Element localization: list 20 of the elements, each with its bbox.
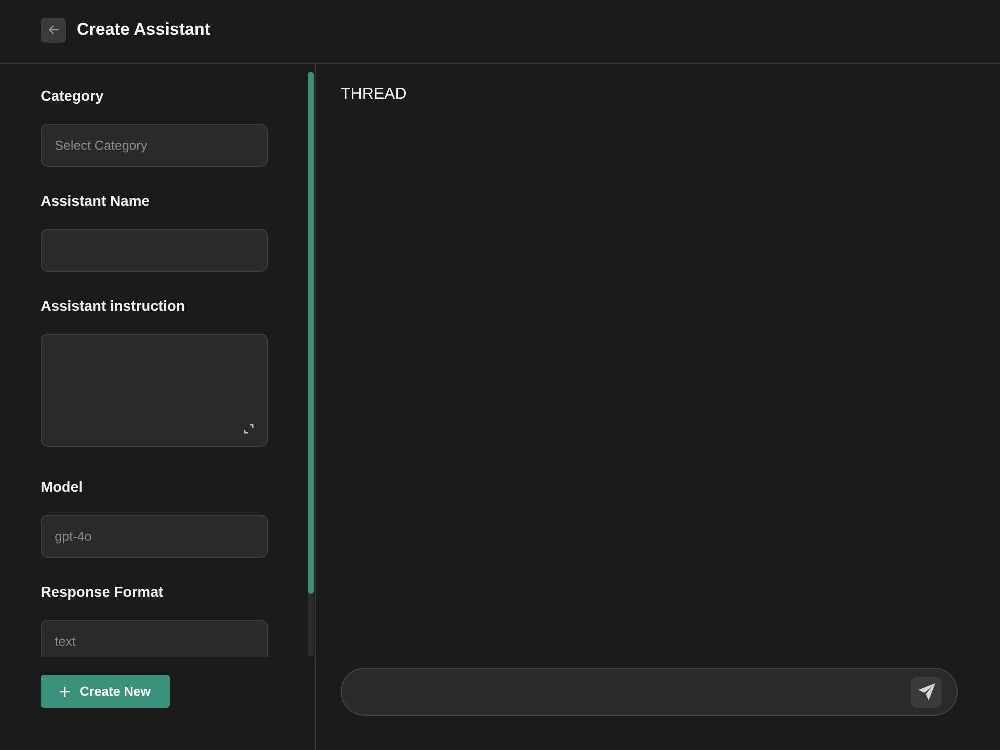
page-title: Create Assistant bbox=[77, 20, 211, 40]
field-label: Model bbox=[41, 479, 83, 498]
message-input-field[interactable] bbox=[341, 668, 958, 716]
back-button[interactable] bbox=[41, 18, 66, 42]
thread-heading: THREAD bbox=[341, 85, 407, 105]
expand-icon[interactable] bbox=[244, 424, 254, 434]
field-label: Assistant instruction bbox=[41, 298, 186, 317]
field-label: Response Format bbox=[41, 584, 164, 603]
input-field[interactable]: text bbox=[41, 620, 268, 657]
plus-icon bbox=[60, 686, 70, 696]
field-label: Category bbox=[41, 88, 104, 107]
textarea-field[interactable] bbox=[41, 334, 268, 447]
paper-plane-icon bbox=[918, 683, 936, 701]
back-arrow-icon bbox=[48, 24, 60, 36]
input-field[interactable]: gpt-4o bbox=[41, 515, 268, 558]
input-field[interactable] bbox=[41, 229, 268, 272]
send-button[interactable] bbox=[911, 676, 942, 708]
create-new-button[interactable]: Create New bbox=[41, 675, 170, 708]
select-field[interactable]: Select Category bbox=[41, 124, 268, 167]
field-label: Assistant Name bbox=[41, 193, 150, 212]
